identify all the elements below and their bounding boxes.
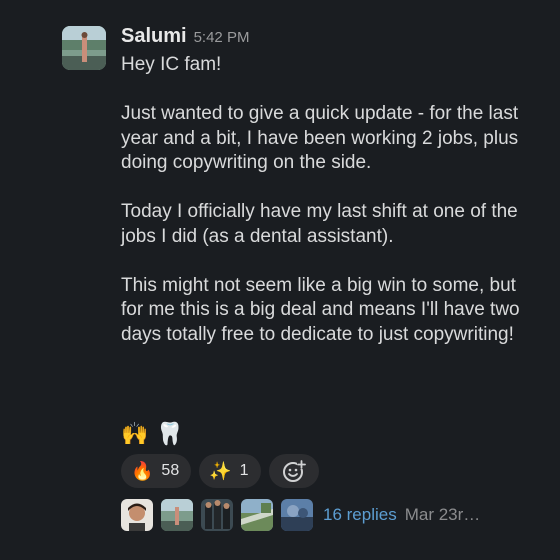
author-name[interactable]: Salumi	[121, 25, 187, 48]
tooth-emoji: 🦷	[156, 421, 184, 446]
message-paragraph: Hey IC fam!	[121, 54, 222, 75]
reaction-fire[interactable]: 🔥 58	[121, 454, 192, 488]
reaction-sparkles[interactable]: ✨ 1	[199, 454, 261, 488]
message-paragraph: Today I officially have my last shift at…	[121, 201, 518, 247]
add-reaction-button[interactable]	[268, 454, 319, 488]
raising-hands-emoji: 🙌	[121, 421, 149, 446]
participant-photo	[201, 499, 233, 531]
add-reaction-icon	[282, 460, 306, 482]
message-paragraph: Just wanted to give a quick update - for…	[121, 103, 519, 173]
message: Salumi 5:42 PM Hey IC fam! Just wanted t…	[0, 0, 560, 560]
participant-photo	[241, 499, 273, 531]
participant-photo	[281, 499, 313, 531]
thread-participant-avatar	[281, 499, 313, 531]
message-header: Salumi 5:42 PM	[121, 25, 249, 51]
message-paragraph: This might not seem like a big win to so…	[121, 274, 520, 345]
thread-participant-avatar	[201, 499, 233, 531]
message-time[interactable]: 5:42 PM	[194, 29, 250, 46]
thread-participant-avatar	[121, 499, 153, 531]
message-emoji-line: 🙌 🦷	[121, 420, 184, 448]
thread-last-reply: Mar 23r…	[404, 505, 481, 524]
message-body: Hey IC fam! Just wanted to give a quick …	[121, 53, 541, 347]
participant-photo	[161, 499, 193, 531]
thread-participant-avatar	[241, 499, 273, 531]
thread-summary[interactable]: 16 replies Mar 23r…	[121, 499, 480, 531]
avatar-photo	[62, 26, 106, 70]
reaction-bar: 🔥 58 ✨ 1	[121, 454, 319, 488]
fire-emoji: 🔥	[131, 461, 154, 481]
reaction-count: 1	[239, 462, 249, 479]
author-avatar[interactable]	[62, 26, 106, 70]
participant-photo	[121, 499, 153, 531]
thread-replies-link[interactable]: 16 replies	[323, 505, 397, 525]
sparkles-emoji: ✨	[209, 461, 232, 481]
thread-participant-avatar	[161, 499, 193, 531]
reaction-count: 58	[161, 462, 180, 479]
